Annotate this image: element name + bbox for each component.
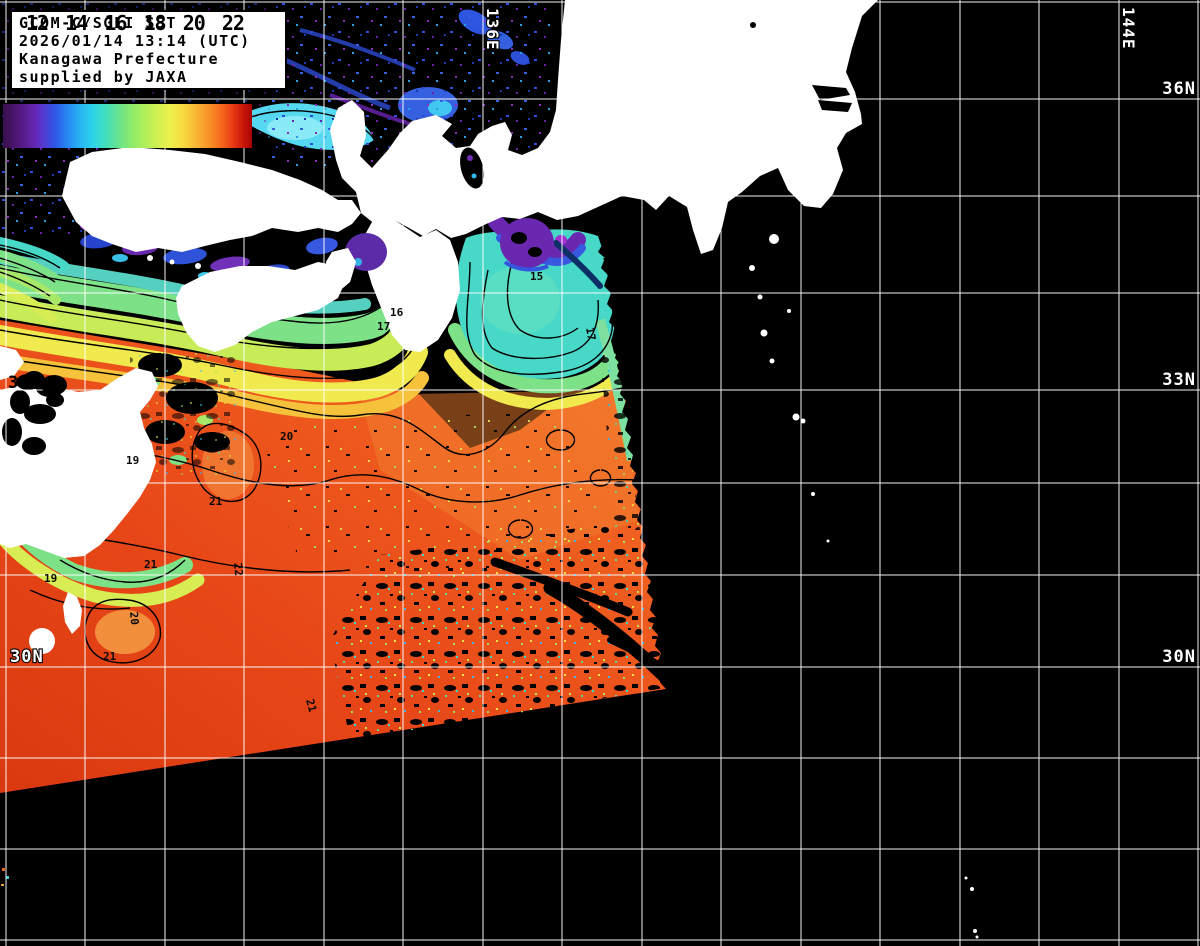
- colorbar-tick: 22: [222, 11, 244, 35]
- colorbar-tick: 12: [26, 11, 48, 35]
- colorbar-tick: 18: [144, 11, 166, 35]
- sst-colorbar: [3, 103, 252, 148]
- contour-label: 21: [144, 558, 158, 571]
- credit-line: supplied by JAXA: [19, 68, 285, 86]
- colorbar-tick: 14: [65, 11, 87, 35]
- contour-label: 22: [231, 562, 245, 576]
- contour-label: 19: [44, 572, 57, 585]
- colorbar-gradient: [3, 104, 252, 148]
- contour-label: 21: [209, 495, 223, 508]
- lat-label-30n: 30N: [1162, 647, 1196, 667]
- contour-label: 17: [377, 320, 390, 333]
- lat-label-30n-left: 30N: [10, 647, 44, 667]
- lake-kasumigaura: [750, 22, 756, 28]
- contour-label: 16: [390, 306, 404, 319]
- contour-label: 19: [126, 454, 139, 467]
- ise-bay: [500, 218, 554, 268]
- lat-label-33n: 33N: [1162, 370, 1196, 390]
- contour-label: 21: [103, 650, 117, 663]
- contour-label: 17: [583, 326, 598, 341]
- lon-label-144e: 144E: [1119, 7, 1138, 50]
- colorbar-tick: 20: [183, 11, 205, 35]
- sst-map-page: 136E 144E 36N 33N 30N 33 30N 15 16 17 17…: [0, 0, 1200, 946]
- colorbar-tick: 16: [104, 11, 126, 35]
- region-name: Kanagawa Prefecture: [19, 50, 285, 68]
- contour-label: 20: [280, 430, 293, 443]
- lat-label-36n: 36N: [1162, 79, 1196, 99]
- colorbar-ticks: 12 14 16 18 20 22: [26, 11, 244, 35]
- contour-label: 15: [530, 270, 543, 283]
- contour-label: 20: [127, 611, 141, 625]
- lon-label-136e: 136E: [483, 8, 502, 51]
